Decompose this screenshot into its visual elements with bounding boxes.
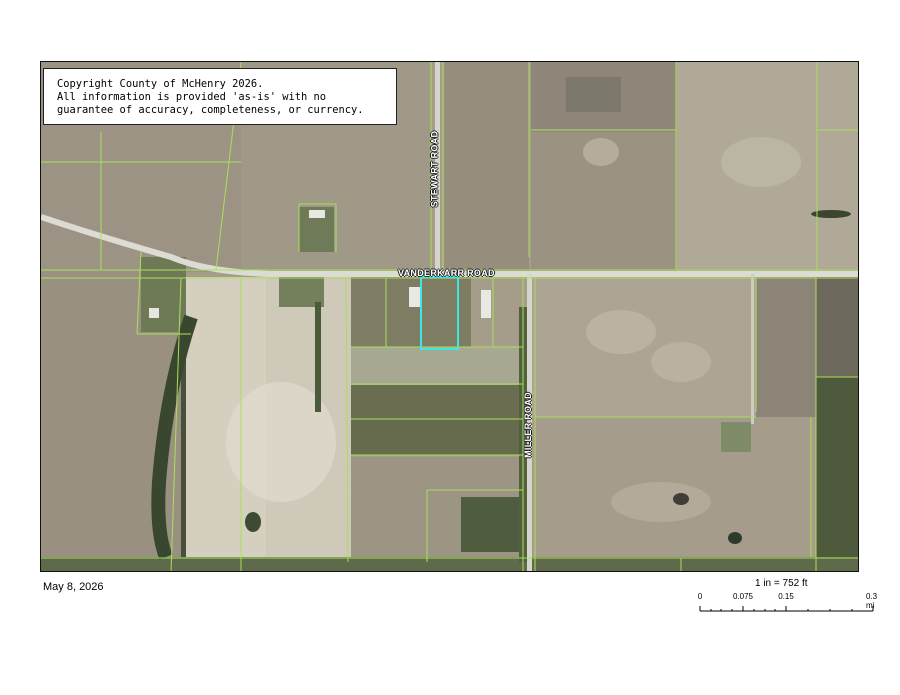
road-label-miller: MILLER ROAD xyxy=(522,392,533,458)
road-label-vanderkarr: VANDERKARR ROAD xyxy=(398,268,495,278)
copyright-notice: Copyright County of McHenry 2026. All in… xyxy=(43,68,397,125)
copyright-line-2: All information is provided 'as-is' with… xyxy=(57,91,326,103)
aerial-imagery xyxy=(41,62,858,571)
scale-bar-graphic xyxy=(699,606,874,612)
map-view[interactable] xyxy=(40,61,859,572)
copyright-line-3: guarantee of accuracy, completeness, or … xyxy=(57,104,364,116)
road-label-stewart: STEWART ROAD xyxy=(429,130,440,208)
scale-ratio: 1 in = 752 ft xyxy=(755,578,808,589)
scale-bar: 0 0.075 0.15 0.3 mi xyxy=(690,592,890,618)
copyright-line-1: Copyright County of McHenry 2026. xyxy=(57,78,264,90)
map-date: May 8, 2026 xyxy=(43,581,104,593)
